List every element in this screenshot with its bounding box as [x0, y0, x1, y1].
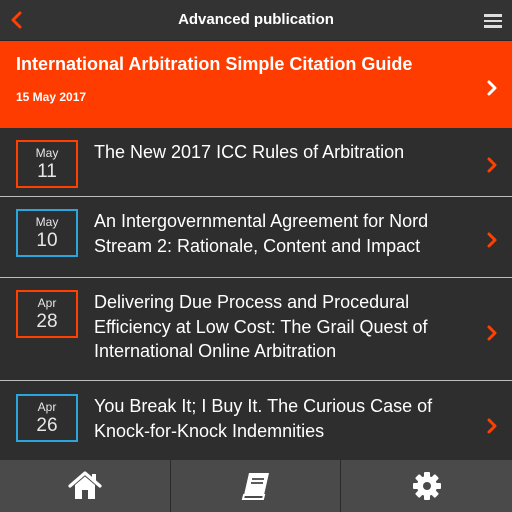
featured-date: 15 May 2017 — [16, 90, 87, 104]
chevron-right-icon — [487, 232, 497, 248]
tab-home[interactable] — [0, 460, 170, 512]
date-badge: Apr 26 — [16, 394, 78, 442]
list-item[interactable]: May 10 An Intergovernmental Agreement fo… — [0, 197, 512, 278]
list-item[interactable]: May 11 The New 2017 ICC Rules of Arbitra… — [0, 128, 512, 197]
top-app-bar: Advanced publication — [0, 0, 512, 41]
article-list: May 11 The New 2017 ICC Rules of Arbitra… — [0, 128, 512, 459]
hamburger-menu-icon[interactable] — [484, 14, 502, 28]
tab-settings[interactable] — [340, 460, 512, 512]
date-day: 26 — [36, 415, 58, 436]
article-title: An Intergovernmental Agreement for Nord … — [94, 211, 429, 256]
date-badge: May 10 — [16, 209, 78, 257]
date-day: 10 — [36, 230, 58, 251]
featured-article[interactable]: International Arbitration Simple Citatio… — [0, 41, 512, 128]
date-month: May — [35, 146, 59, 160]
date-day: 28 — [36, 311, 58, 332]
gear-icon — [412, 472, 441, 500]
date-month: Apr — [37, 400, 57, 414]
article-title: Delivering Due Process and Procedural Ef… — [94, 292, 428, 361]
date-month: May — [35, 215, 59, 229]
featured-title: International Arbitration Simple Citatio… — [16, 54, 413, 74]
date-badge: Apr 28 — [16, 290, 78, 338]
tab-library[interactable] — [170, 460, 340, 512]
article-title: You Break It; I Buy It. The Curious Case… — [94, 396, 433, 441]
list-item[interactable]: Apr 28 Delivering Due Process and Proced… — [0, 278, 512, 381]
date-badge: May 11 — [16, 140, 78, 188]
page-title: Advanced publication — [178, 11, 334, 28]
list-item[interactable]: Apr 26 You Break It; I Buy It. The Curio… — [0, 381, 512, 459]
chevron-right-icon — [487, 80, 497, 96]
chevron-right-icon — [487, 157, 497, 173]
chevron-right-icon — [487, 325, 497, 341]
bottom-tab-bar — [0, 460, 512, 512]
date-month: Apr — [37, 296, 57, 310]
article-title: The New 2017 ICC Rules of Arbitration — [94, 142, 405, 162]
date-day: 11 — [37, 161, 57, 182]
chevron-right-icon — [487, 418, 497, 434]
book-icon — [241, 473, 269, 500]
home-icon — [68, 471, 102, 499]
